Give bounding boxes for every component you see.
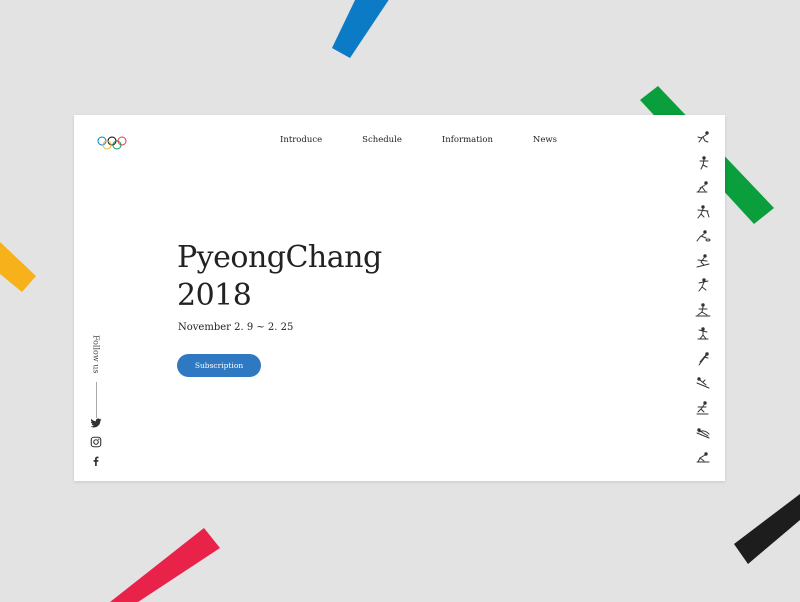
blue-stripe: [332, 0, 389, 58]
nav-schedule[interactable]: Schedule: [362, 135, 402, 145]
sports-pictogram-list: [695, 131, 711, 474]
cross-country-icon[interactable]: [695, 302, 711, 317]
instagram-icon[interactable]: [90, 436, 102, 448]
black-stripe: [734, 494, 800, 564]
subscription-button[interactable]: Subscription: [177, 354, 261, 377]
follow-divider: [95, 381, 97, 418]
biathlon-icon[interactable]: [695, 278, 711, 292]
skeleton-icon[interactable]: [695, 450, 711, 464]
follow-us: Follow us: [90, 335, 102, 418]
facebook-icon[interactable]: [90, 455, 102, 467]
ice-hockey-icon[interactable]: [695, 204, 711, 219]
nav-information[interactable]: Information: [442, 135, 493, 145]
main-nav: Introduce Schedule Information News: [280, 135, 597, 145]
twitter-icon[interactable]: [90, 417, 102, 429]
event-dates: November 2. 9 ~ 2. 25: [178, 322, 294, 333]
freestyle-icon[interactable]: [695, 327, 711, 341]
olympic-rings-icon[interactable]: [96, 135, 128, 151]
hero-title-line2: 2018: [177, 278, 252, 313]
follow-us-label: Follow us: [91, 335, 101, 374]
bobsleigh-icon[interactable]: [695, 400, 711, 415]
red-stripe: [110, 528, 220, 602]
short-track-icon[interactable]: [695, 180, 711, 194]
snowboard-icon[interactable]: [695, 376, 711, 390]
ski-jumping-icon[interactable]: [695, 351, 711, 366]
nav-introduce[interactable]: Introduce: [280, 135, 322, 145]
alpine-skiing-icon[interactable]: [695, 253, 711, 268]
yellow-stripe: [0, 242, 36, 292]
main-card: Introduce Schedule Information News Pyeo…: [74, 115, 725, 481]
nav-news[interactable]: News: [533, 135, 557, 145]
hero-title-line1: PyeongChang: [177, 240, 382, 275]
hero-title: PyeongChang 2018: [177, 239, 382, 315]
figure-skating-icon[interactable]: [695, 155, 711, 170]
speed-skating-icon[interactable]: [695, 131, 711, 145]
curling-icon[interactable]: [695, 229, 711, 243]
luge-icon[interactable]: [695, 425, 711, 439]
